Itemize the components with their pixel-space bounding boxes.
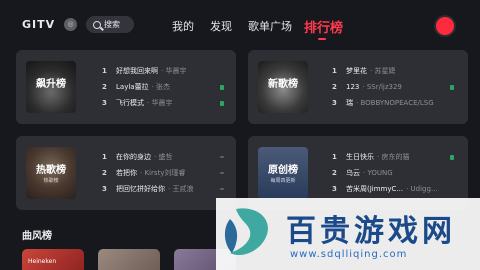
song-rank: 1 bbox=[332, 67, 337, 75]
song-title: 瑞 bbox=[346, 99, 353, 107]
genre-card[interactable]: Heineken bbox=[22, 249, 84, 270]
tab-mine[interactable]: 我的 bbox=[172, 18, 194, 34]
song-title: 123 bbox=[346, 83, 360, 91]
chart-cover-soaring: 飙升榜 bbox=[26, 61, 76, 113]
trend-up-icon bbox=[450, 154, 454, 160]
chart-cover-title: 热歌榜 bbox=[36, 165, 66, 176]
song-title: 乌云 bbox=[346, 169, 360, 177]
song-list: 1 梦里花 · 苏星婕 2 123 · SSr/ljz329 3 瑞 · BOBBYNOPE… bbox=[332, 63, 466, 111]
trend-up-icon bbox=[220, 84, 224, 90]
watermark-logo-icon bbox=[224, 208, 268, 256]
song-title: 在你的身边 bbox=[116, 153, 151, 161]
song-row[interactable]: 2 123 · SSr/ljz329 bbox=[332, 79, 466, 95]
search-label: 搜索 bbox=[104, 20, 120, 29]
chart-cover-title: 原创榜 bbox=[268, 165, 298, 176]
song-title: 生日快乐 bbox=[346, 153, 374, 161]
song-title: 梦里花 bbox=[346, 67, 367, 75]
song-artist: · Udigg... bbox=[406, 185, 438, 193]
song-list: 1 在你的身边 · 盛哲 2 若把你 · Kirsty刘瑾睿 3 把回忆拼好给你 · 王贰浪 bbox=[102, 149, 236, 197]
chart-cover-subtitle: 每周四更新 bbox=[270, 178, 296, 184]
song-row[interactable]: 3 飞行模式 · 华晨宇 bbox=[102, 95, 236, 111]
tab-playlist-square[interactable]: 歌单广场 bbox=[248, 18, 292, 34]
chart-cover-new: 新歌榜 bbox=[258, 61, 308, 113]
song-list: 1 好想我回来啊 · 华晨宇 2 Layla蕾拉 · 张杰 3 飞行模式 · 华晨宇 bbox=[102, 63, 236, 111]
song-rank: 1 bbox=[102, 153, 107, 161]
song-title: 苦米周(JimmyC... bbox=[346, 185, 404, 193]
tab-discover[interactable]: 发现 bbox=[210, 18, 232, 34]
song-artist: · Kirsty刘瑾睿 bbox=[140, 169, 186, 177]
song-rank: 2 bbox=[332, 169, 337, 177]
genre-card[interactable] bbox=[98, 249, 160, 270]
trend-flat-icon bbox=[220, 156, 224, 158]
tab-charts[interactable]: 排行榜 bbox=[304, 17, 343, 36]
song-rank: 3 bbox=[332, 99, 337, 107]
search-icon bbox=[93, 20, 101, 29]
song-rank: 1 bbox=[102, 67, 107, 75]
song-title: 好想我回来啊 bbox=[116, 67, 158, 75]
song-row[interactable]: 1 生日快乐 · 房东的猫 bbox=[332, 149, 466, 165]
chart-card-hot[interactable]: 热歌榜 热歌榜 1 在你的身边 · 盛哲 2 若把你 · Kirsty刘瑾睿 3 把回忆拼… bbox=[16, 136, 236, 210]
song-artist: · 盛哲 bbox=[154, 153, 173, 161]
song-artist: · 张杰 bbox=[151, 83, 171, 91]
watermark: 百贵游戏网 www.sdqlliqing.com bbox=[216, 198, 480, 270]
chart-cover-title: 飙升榜 bbox=[36, 79, 66, 90]
watermark-text: 百贵游戏网 bbox=[286, 214, 456, 249]
chart-cover-title: 新歌榜 bbox=[268, 79, 298, 90]
search-button[interactable]: 搜索 bbox=[86, 16, 134, 33]
song-row[interactable]: 2 Layla蕾拉 · 张杰 bbox=[102, 79, 236, 95]
section-title: 曲风榜 bbox=[22, 231, 52, 242]
song-row[interactable]: 3 苦米周(JimmyC... · Udigg... bbox=[332, 181, 466, 197]
watermark-url: www.sdqlliqing.com bbox=[290, 249, 408, 260]
active-tab-indicator bbox=[318, 38, 326, 40]
song-row[interactable]: 2 若把你 · Kirsty刘瑾睿 bbox=[102, 165, 236, 181]
song-row[interactable]: 2 乌云 · YOUNG bbox=[332, 165, 466, 181]
top-bar: GITV ◎ 搜索 我的 发现 歌单广场 排行榜 bbox=[0, 0, 480, 46]
trend-up-icon bbox=[450, 84, 454, 90]
chart-card-soaring[interactable]: 飙升榜 1 好想我回来啊 · 华晨宇 2 Layla蕾拉 · 张杰 3 飞行模式 · 华晨宇 bbox=[16, 50, 236, 124]
record-icon[interactable] bbox=[436, 17, 454, 35]
song-rank: 2 bbox=[102, 83, 107, 91]
song-artist: · 房东的猫 bbox=[377, 153, 410, 161]
song-row[interactable]: 1 好想我回来啊 · 华晨宇 bbox=[102, 63, 236, 79]
song-artist: · 苏星婕 bbox=[370, 67, 396, 75]
song-rank: 2 bbox=[102, 169, 107, 177]
trend-up-icon bbox=[220, 100, 224, 106]
trend-flat-icon bbox=[220, 188, 224, 190]
song-artist: · 华晨宇 bbox=[147, 99, 173, 107]
chart-cover-original: 原创榜 每周四更新 bbox=[258, 147, 308, 199]
song-artist: · 华晨宇 bbox=[161, 67, 187, 75]
song-row[interactable]: 1 在你的身边 · 盛哲 bbox=[102, 149, 236, 165]
song-row[interactable]: 1 梦里花 · 苏星婕 bbox=[332, 63, 466, 79]
trend-flat-icon bbox=[220, 172, 224, 174]
song-row[interactable]: 3 把回忆拼好给你 · 王贰浪 bbox=[102, 181, 236, 197]
genre-label: Heineken bbox=[28, 258, 57, 265]
chart-cover-subtitle: 热歌榜 bbox=[43, 178, 59, 184]
song-row[interactable]: 3 瑞 · BOBBYNOPEACE/LSG bbox=[332, 95, 466, 111]
chart-card-new[interactable]: 新歌榜 1 梦里花 · 苏星婕 2 123 · SSr/ljz329 3 瑞 · BOBBY… bbox=[248, 50, 468, 124]
app-logo: GITV bbox=[22, 18, 56, 31]
song-title: 飞行模式 bbox=[116, 99, 144, 107]
song-artist: · SSr/ljz329 bbox=[362, 83, 402, 91]
song-artist: · BOBBYNOPEACE/LSG bbox=[356, 99, 434, 107]
song-list: 1 生日快乐 · 房东的猫 2 乌云 · YOUNG 3 苦米周(JimmyC... · U… bbox=[332, 149, 466, 197]
song-rank: 3 bbox=[332, 185, 337, 193]
song-rank: 3 bbox=[102, 185, 107, 193]
app-badge-icon: ◎ bbox=[64, 18, 77, 31]
song-title: 把回忆拼好给你 bbox=[116, 185, 165, 193]
song-artist: · YOUNG bbox=[363, 169, 393, 177]
song-title: Layla蕾拉 bbox=[116, 83, 149, 91]
chart-cover-hot: 热歌榜 热歌榜 bbox=[26, 147, 76, 199]
song-title: 若把你 bbox=[116, 169, 137, 177]
song-rank: 3 bbox=[102, 99, 107, 107]
song-rank: 1 bbox=[332, 153, 337, 161]
song-rank: 2 bbox=[332, 83, 337, 91]
song-artist: · 王贰浪 bbox=[168, 185, 194, 193]
